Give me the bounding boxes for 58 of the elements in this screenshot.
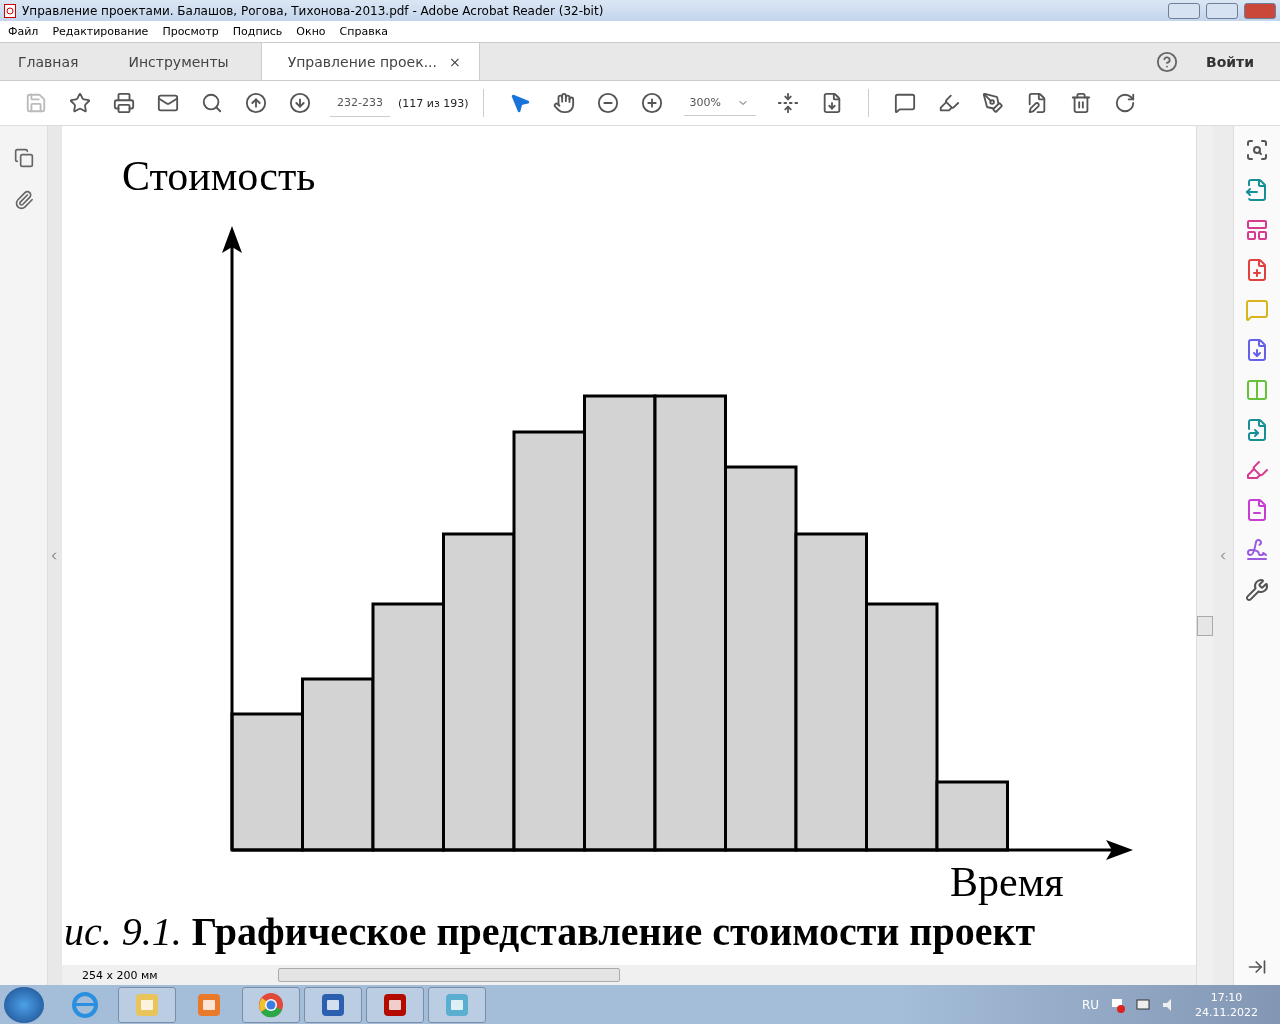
highlighter-icon[interactable] [937, 92, 960, 114]
file-icon[interactable] [1245, 418, 1269, 442]
close-button[interactable] [1244, 2, 1276, 19]
tab[interactable]: Инструменты [110, 43, 245, 80]
sign-in-button[interactable]: Войти [1177, 43, 1280, 80]
hand-icon[interactable] [552, 92, 575, 114]
figure-caption: ис. 9.1. Графическое представление стоимости проект [63, 910, 1037, 954]
pen-icon[interactable] [981, 92, 1004, 114]
zoom-in-icon[interactable] [640, 92, 663, 114]
attachment-icon[interactable] [13, 190, 34, 210]
taskbar-icon[interactable] [366, 986, 424, 1023]
menu-item[interactable]: Окно [296, 25, 326, 38]
menu-item[interactable]: Подпись [232, 25, 283, 38]
close-tab-button[interactable]: × [449, 53, 467, 70]
search-icon[interactable] [1245, 138, 1269, 162]
page-count: (117 из 193) [398, 96, 469, 110]
layout-icon[interactable] [1245, 218, 1269, 242]
taskbar-icon[interactable] [242, 986, 300, 1023]
fit-page-icon[interactable] [776, 92, 799, 114]
zoom-out-icon[interactable] [596, 92, 619, 114]
tab[interactable]: Управление проек... × [260, 43, 480, 80]
highlighter-icon[interactable] [1245, 458, 1269, 482]
arrow-up-icon[interactable] [245, 92, 267, 114]
menu-item[interactable]: Просмотр [162, 25, 219, 38]
scrollbar-thumb[interactable] [1197, 616, 1213, 636]
axis-label: Стоимость [122, 153, 316, 199]
page-size: 254 x 200 мм [81, 968, 159, 982]
taskbar-icon[interactable] [428, 986, 486, 1023]
file-download-icon[interactable] [1245, 338, 1269, 362]
star-icon[interactable] [69, 92, 91, 114]
rotate-icon[interactable] [1113, 92, 1136, 114]
print-icon[interactable] [113, 92, 135, 114]
help-icon[interactable] [1155, 50, 1178, 73]
mail-icon[interactable] [157, 92, 179, 114]
search-icon[interactable] [201, 92, 223, 114]
trash-icon[interactable] [1069, 92, 1092, 114]
menu-item[interactable]: Справка [339, 25, 389, 38]
start-button[interactable] [4, 986, 44, 1023]
file-minus-icon[interactable] [1245, 498, 1269, 522]
pages-icon[interactable] [13, 148, 34, 168]
minimize-button[interactable] [1168, 2, 1200, 19]
arrow-down-icon[interactable] [289, 92, 311, 114]
tab[interactable]: Главная [0, 43, 95, 80]
signature-icon[interactable] [1245, 538, 1269, 562]
comment-icon[interactable] [893, 92, 916, 114]
file-export-icon[interactable] [1245, 178, 1269, 202]
file-plus-icon[interactable] [1245, 258, 1269, 282]
wrench-icon[interactable] [1245, 578, 1269, 602]
menu-item[interactable]: Редактирование [52, 25, 149, 38]
taskbar-icon[interactable] [118, 986, 176, 1023]
scrollbar-thumb[interactable] [278, 968, 620, 982]
axis-label: Время [950, 859, 1064, 905]
expand-icon[interactable] [1247, 957, 1267, 977]
restore-button[interactable] [1206, 2, 1238, 19]
zoom-dropdown[interactable]: 300% [683, 90, 756, 116]
window-title: Управление проектами. Балашов, Рогова, Тихонова-2013.pdf - Adobe Acrobat Reader (32-bit) [22, 3, 605, 18]
menu-item[interactable]: Файл [8, 25, 39, 38]
taskbar-icon[interactable] [304, 986, 362, 1023]
